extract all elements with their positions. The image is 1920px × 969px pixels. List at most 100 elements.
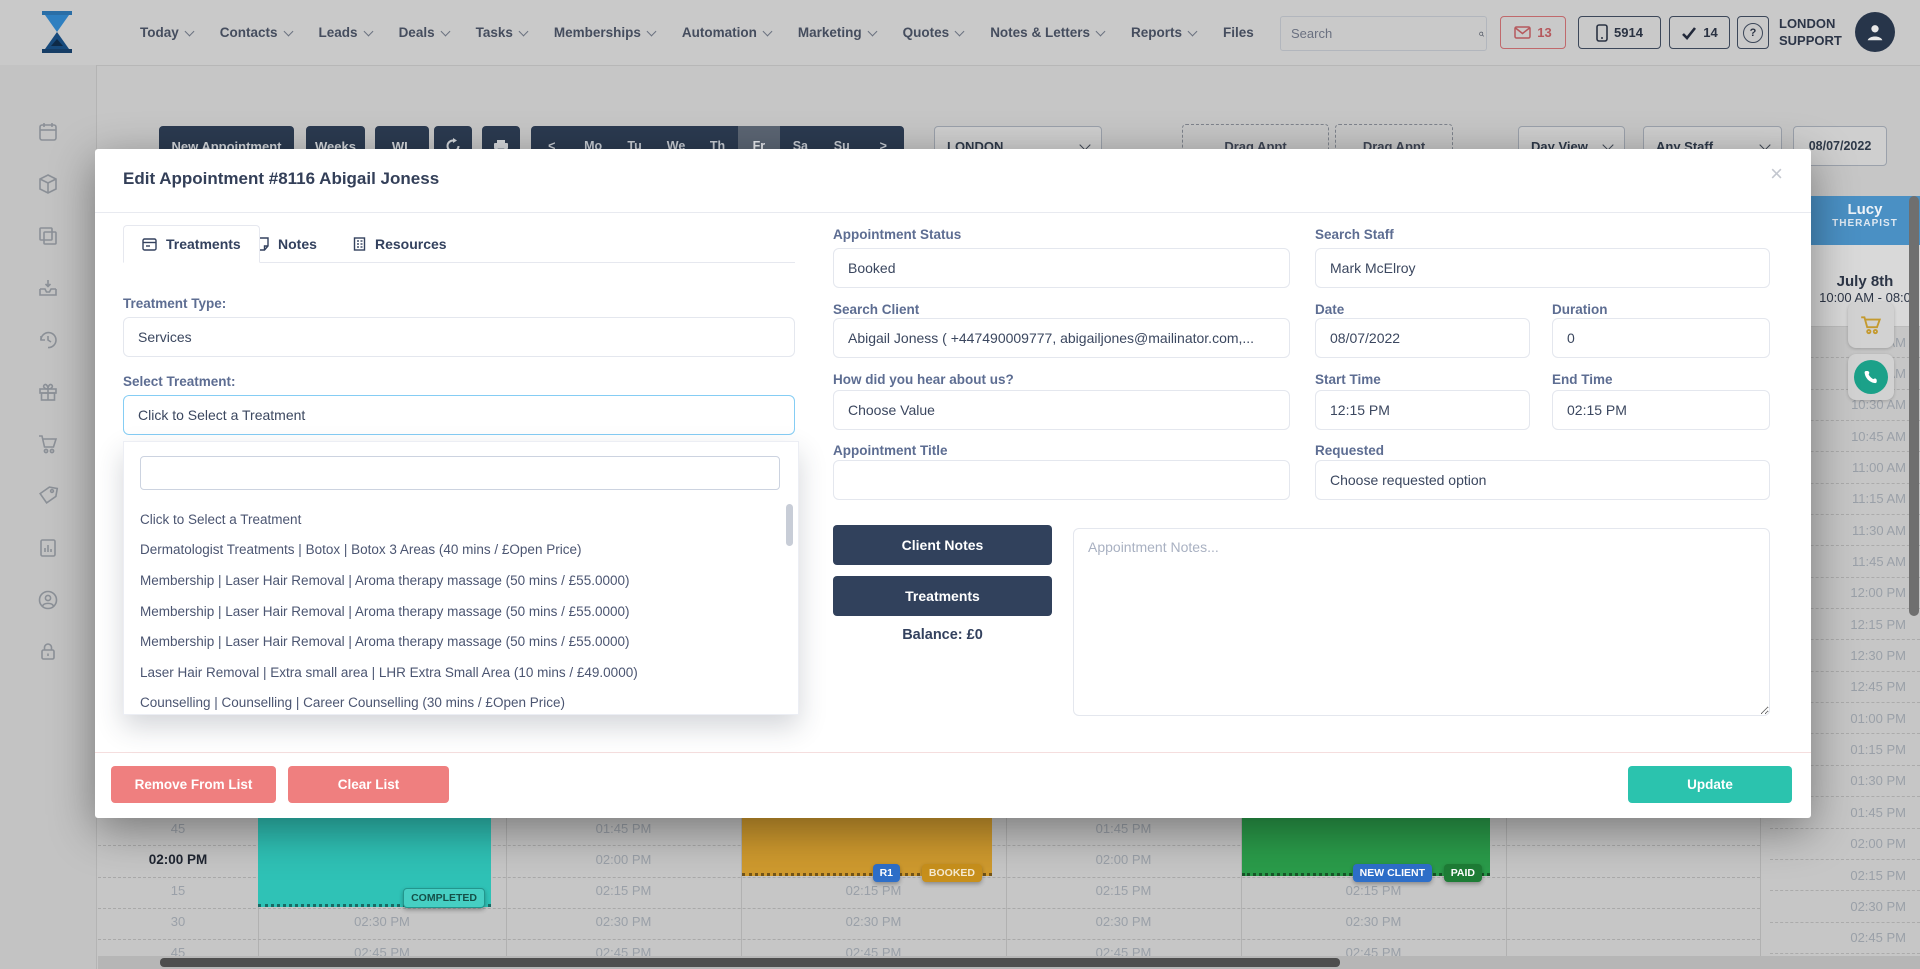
- nav-files[interactable]: Files: [1223, 25, 1254, 40]
- help-button[interactable]: ?: [1737, 16, 1769, 49]
- time-slot-label[interactable]: 02:30 PM: [506, 914, 741, 929]
- appointment-block-completed[interactable]: COMPLETED: [258, 818, 491, 907]
- client-notes-button[interactable]: Client Notes: [833, 525, 1052, 565]
- pos-cart-button[interactable]: [1848, 302, 1894, 348]
- treatment-dropdown-search-input[interactable]: [140, 456, 780, 490]
- search-input[interactable]: [1281, 26, 1477, 41]
- staff-input[interactable]: Mark McElroy: [1315, 248, 1770, 288]
- search-icon[interactable]: [1477, 25, 1486, 43]
- dropdown-option[interactable]: Laser Hair Removal | Extra small area | …: [124, 657, 798, 688]
- price-tag-icon[interactable]: [37, 485, 59, 507]
- user-avatar[interactable]: [1855, 12, 1895, 52]
- cart-icon[interactable]: [37, 433, 59, 455]
- vertical-scrollbar[interactable]: [1909, 196, 1919, 616]
- horizontal-scrollbar-thumb[interactable]: [160, 958, 1340, 967]
- time-slot-label[interactable]: 02:30 PM: [1241, 914, 1506, 929]
- client-input[interactable]: Abigail Joness ( +447490009777, abigailj…: [833, 318, 1290, 358]
- nav-today[interactable]: Today: [140, 25, 193, 40]
- time-slot-label[interactable]: 02:30 PM: [741, 914, 1006, 929]
- tab-resources[interactable]: Resources: [335, 225, 465, 263]
- chevron-down-icon: [363, 26, 373, 36]
- nav-quotes[interactable]: Quotes: [903, 25, 964, 40]
- row-divider: [98, 939, 1760, 940]
- time-slot-label[interactable]: 02:00 PM: [506, 852, 741, 867]
- history-icon[interactable]: [37, 329, 59, 351]
- end-time-input[interactable]: 02:15 PM: [1552, 390, 1770, 430]
- close-icon[interactable]: ×: [1770, 161, 1783, 187]
- dropdown-option[interactable]: Dermatologist Treatments | Botox | Botox…: [124, 535, 798, 566]
- question-icon: ?: [1743, 23, 1763, 43]
- appointment-block-new-client[interactable]: NEW CLIENT PAID: [1242, 818, 1490, 876]
- hear-about-label: How did you hear about us?: [833, 372, 1014, 387]
- gift-icon[interactable]: [37, 381, 59, 403]
- nav-automation[interactable]: Automation: [682, 25, 771, 40]
- row-divider: [98, 908, 1760, 909]
- time-slot-label[interactable]: 02:15 PM: [506, 883, 741, 898]
- tasks-done-button[interactable]: 14: [1669, 16, 1730, 49]
- time-slot[interactable]: 02:00 PM: [1770, 829, 1920, 860]
- appointment-block-booked[interactable]: R1 BOOKED: [742, 818, 992, 876]
- time-slot-label[interactable]: 02:00 PM: [1006, 852, 1241, 867]
- date-input[interactable]: 08/07/2022: [1315, 318, 1530, 358]
- appointment-notes-textarea[interactable]: [1073, 528, 1770, 716]
- time-slot-label[interactable]: 01:45 PM: [506, 821, 741, 836]
- treatments-button[interactable]: Treatments: [833, 576, 1052, 616]
- appointment-title-input[interactable]: [833, 460, 1290, 500]
- treatment-dropdown-panel: Click to Select a TreatmentDermatologist…: [123, 441, 799, 715]
- inbox-icon[interactable]: [37, 277, 59, 299]
- time-slot-label[interactable]: 01:45 PM: [1006, 821, 1241, 836]
- building-icon: [353, 237, 366, 251]
- contact-icon[interactable]: [37, 589, 59, 611]
- time-slot-label[interactable]: 02:15 PM: [1241, 883, 1506, 898]
- time-slot-label[interactable]: 02:15 PM: [741, 883, 1006, 898]
- copy-icon[interactable]: [37, 225, 59, 247]
- call-button[interactable]: [1848, 354, 1894, 400]
- calendar-icon[interactable]: [37, 121, 59, 143]
- hear-about-select[interactable]: Choose Value: [833, 390, 1290, 430]
- sms-button[interactable]: 5914: [1578, 16, 1661, 49]
- duration-input[interactable]: 0: [1552, 318, 1770, 358]
- footer-divider: [95, 752, 1811, 753]
- dropdown-scrollbar-thumb[interactable]: [786, 504, 793, 546]
- date-label: Date: [1315, 302, 1344, 317]
- lock-icon[interactable]: [37, 641, 59, 663]
- time-slot-label[interactable]: 02:30 PM: [258, 914, 506, 929]
- check-icon: [1681, 26, 1697, 40]
- remove-from-list-button[interactable]: Remove From List: [111, 766, 276, 803]
- report-icon[interactable]: [37, 537, 59, 559]
- update-button[interactable]: Update: [1628, 766, 1792, 803]
- appointment-title-label: Appointment Title: [833, 443, 948, 458]
- select-treatment-combobox[interactable]: Click to Select a Treatment: [123, 395, 795, 435]
- nav-reports[interactable]: Reports: [1131, 25, 1196, 40]
- package-icon[interactable]: [37, 173, 59, 195]
- status-select[interactable]: Booked: [833, 248, 1290, 288]
- app-window: Today Contacts Leads Deals Tasks Members…: [0, 0, 1920, 969]
- dropdown-option[interactable]: Click to Select a Treatment: [124, 504, 798, 535]
- dropdown-option[interactable]: Counselling | Counselling | Career Couns…: [124, 688, 798, 715]
- clear-list-button[interactable]: Clear List: [288, 766, 449, 803]
- nav-tasks[interactable]: Tasks: [476, 25, 527, 40]
- time-slot-label[interactable]: 02:15 PM: [1006, 883, 1241, 898]
- nav-deals[interactable]: Deals: [399, 25, 449, 40]
- dropdown-option[interactable]: Membership | Laser Hair Removal | Aroma …: [124, 565, 798, 596]
- time-slot[interactable]: 02:15 PM: [1770, 860, 1920, 891]
- dropdown-option[interactable]: Membership | Laser Hair Removal | Aroma …: [124, 596, 798, 627]
- start-time-input[interactable]: 12:15 PM: [1315, 390, 1530, 430]
- requested-select[interactable]: Choose requested option: [1315, 460, 1770, 500]
- mail-notifications-button[interactable]: 13: [1500, 16, 1566, 49]
- nav-memberships[interactable]: Memberships: [554, 25, 655, 40]
- treatment-options-list: Click to Select a TreatmentDermatologist…: [124, 504, 798, 715]
- time-slot-label[interactable]: 02:30 PM: [1006, 914, 1241, 929]
- nav-leads[interactable]: Leads: [319, 25, 372, 40]
- time-slot[interactable]: 02:30 PM: [1770, 891, 1920, 922]
- status-badge-new-client: NEW CLIENT: [1353, 864, 1432, 882]
- nav-contacts[interactable]: Contacts: [220, 25, 292, 40]
- dropdown-option[interactable]: Membership | Laser Hair Removal | Aroma …: [124, 626, 798, 657]
- status-badge-completed: COMPLETED: [403, 888, 485, 908]
- time-slot[interactable]: 02:45 PM: [1770, 923, 1920, 954]
- nav-notes-letters[interactable]: Notes & Letters: [990, 25, 1104, 40]
- nav-marketing[interactable]: Marketing: [798, 25, 876, 40]
- treatment-type-select[interactable]: Services: [123, 317, 795, 357]
- tab-treatments[interactable]: Treatments: [123, 225, 260, 263]
- app-logo[interactable]: [38, 10, 76, 59]
